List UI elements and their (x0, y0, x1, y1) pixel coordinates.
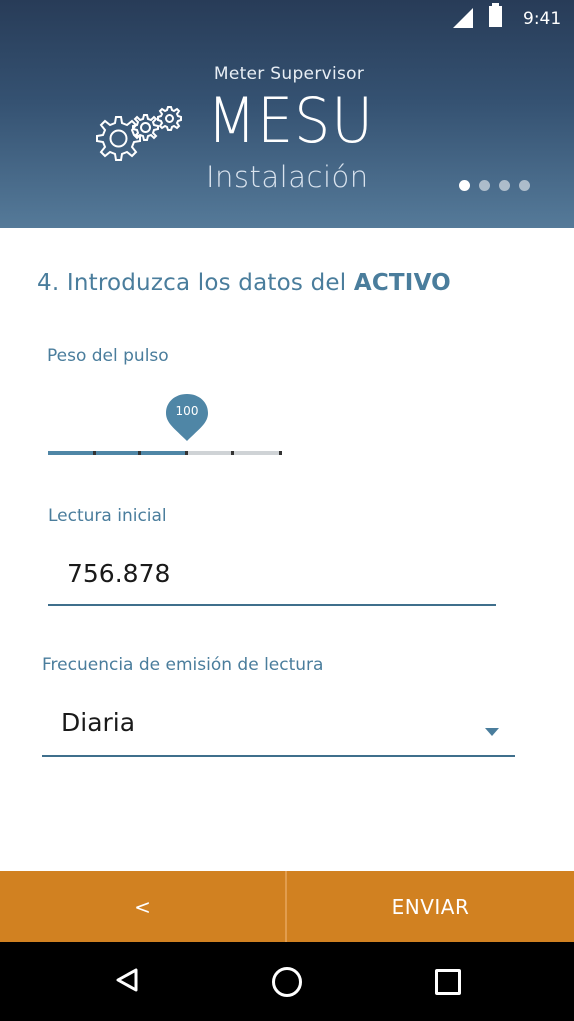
app-header: 9:41 Meter Supervisor MESU Instalación (0, 0, 574, 228)
slider-tick (138, 451, 141, 455)
system-nav-bar (0, 942, 574, 1021)
page-dot (519, 180, 530, 191)
slider-fill (48, 451, 189, 455)
nav-recents-icon[interactable] (435, 969, 461, 995)
slider-value: 100 (175, 404, 199, 418)
pulse-weight-slider[interactable] (48, 451, 282, 455)
page-dot (499, 180, 510, 191)
nav-home-icon[interactable] (272, 967, 302, 997)
battery-icon (489, 3, 502, 27)
page-dot (479, 180, 490, 191)
send-button[interactable]: ENVIAR (287, 871, 574, 942)
frequency-select[interactable]: Diaria (42, 706, 515, 757)
back-button[interactable]: < (0, 871, 285, 942)
select-underline (42, 755, 515, 757)
app-subtitle: Meter Supervisor (213, 64, 365, 84)
pulse-weight-label: Peso del pulso (47, 346, 169, 366)
step-title-text: 4. Introduzca los datos del (37, 270, 354, 296)
dropdown-arrow-icon (485, 728, 499, 736)
initial-reading-label: Lectura inicial (48, 506, 167, 526)
step-title: 4. Introduzca los datos del ACTIVO (37, 270, 451, 296)
slider-tick (279, 451, 282, 455)
status-time: 9:41 (523, 9, 562, 29)
slider-tick (185, 451, 188, 455)
slider-tick (231, 451, 234, 455)
frequency-label: Frecuencia de emisión de lectura (42, 655, 324, 675)
app-title: MESU (207, 84, 374, 157)
frequency-selected-value: Diaria (61, 708, 136, 737)
input-underline (48, 604, 496, 606)
initial-reading-input[interactable]: 756.878 (48, 556, 496, 606)
section-title: Instalación (206, 160, 369, 194)
nav-back-icon[interactable] (114, 967, 140, 993)
page-indicator (459, 180, 530, 191)
slider-tick (93, 451, 96, 455)
status-bar: 9:41 (0, 0, 574, 40)
initial-reading-value: 756.878 (67, 559, 171, 588)
step-title-emphasis: ACTIVO (353, 270, 451, 296)
gears-icon (96, 106, 182, 161)
page-dot-active (459, 180, 470, 191)
signal-icon (453, 8, 473, 28)
action-bar: < ENVIAR (0, 871, 574, 942)
